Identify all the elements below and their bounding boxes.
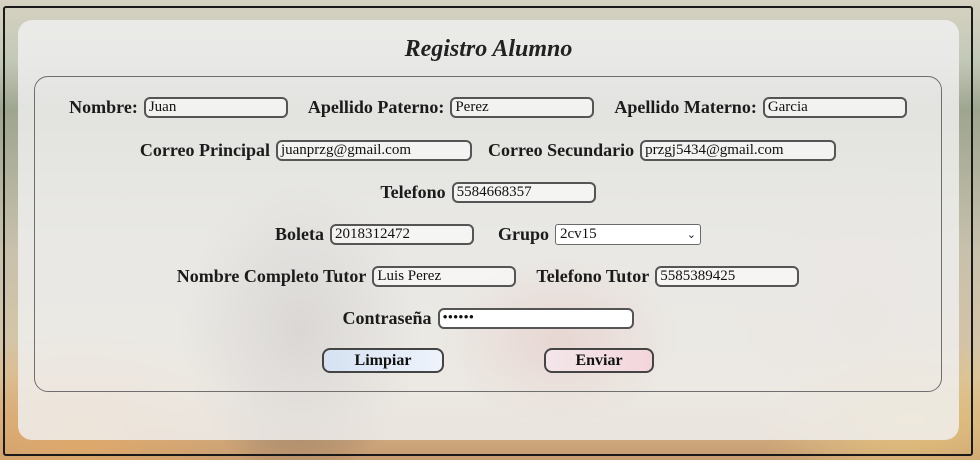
row-emails: Correo Principal juanprzg@gmail.com Corr… — [35, 140, 941, 161]
grupo-select[interactable]: 2cv15 ⌄ — [555, 224, 701, 245]
apellido-paterno-input[interactable]: Perez — [450, 97, 595, 118]
registration-card: Registro Alumno Nombre: Juan Apellido Pa… — [18, 20, 959, 440]
correo-secundario-label: Correo Secundario — [487, 140, 635, 160]
telefono-label: Telefono — [380, 182, 446, 202]
correo-secundario-input[interactable]: przgj5434@gmail.com — [640, 140, 837, 161]
boleta-input[interactable]: 2018312472 — [329, 224, 474, 245]
enviar-button[interactable]: Enviar — [544, 348, 654, 373]
apellido-materno-input[interactable]: Garcia — [762, 97, 907, 118]
row-names: Nombre: Juan Apellido Paterno: Perez Ape… — [35, 97, 941, 118]
chevron-down-icon: ⌄ — [686, 229, 696, 241]
nombre-tutor-label: Nombre Completo Tutor — [176, 266, 367, 286]
nombre-tutor-input[interactable]: Luis Perez — [372, 266, 517, 287]
row-telefono: Telefono 5584668357 — [35, 182, 941, 203]
row-tutor: Nombre Completo Tutor Luis Perez Telefon… — [35, 266, 941, 287]
telefono-tutor-input[interactable]: 5585389425 — [655, 266, 800, 287]
row-boleta-grupo: Boleta 2018312472 Grupo 2cv15 ⌄ — [35, 224, 941, 245]
apellido-paterno-label: Apellido Paterno: — [307, 97, 445, 117]
contrasena-label: Contraseña — [342, 308, 432, 328]
grupo-selected-value: 2cv15 — [560, 226, 597, 242]
row-buttons: Limpiar Enviar — [35, 348, 941, 373]
form-title: Registro Alumno — [404, 36, 573, 62]
limpiar-button[interactable]: Limpiar — [322, 348, 444, 373]
nombre-label: Nombre: — [69, 97, 138, 117]
telefono-input[interactable]: 5584668357 — [451, 182, 596, 203]
form-fieldset: Nombre: Juan Apellido Paterno: Perez Ape… — [34, 76, 942, 392]
grupo-label: Grupo — [497, 224, 549, 244]
contrasena-input[interactable]: •••••• — [437, 308, 634, 329]
correo-principal-input[interactable]: juanprzg@gmail.com — [275, 140, 472, 161]
row-contrasena: Contraseña •••••• — [35, 308, 941, 329]
correo-principal-label: Correo Principal — [139, 140, 270, 160]
telefono-tutor-label: Telefono Tutor — [536, 266, 650, 286]
nombre-input[interactable]: Juan — [143, 97, 288, 118]
boleta-label: Boleta — [274, 224, 324, 244]
apellido-materno-label: Apellido Materno: — [614, 97, 757, 117]
